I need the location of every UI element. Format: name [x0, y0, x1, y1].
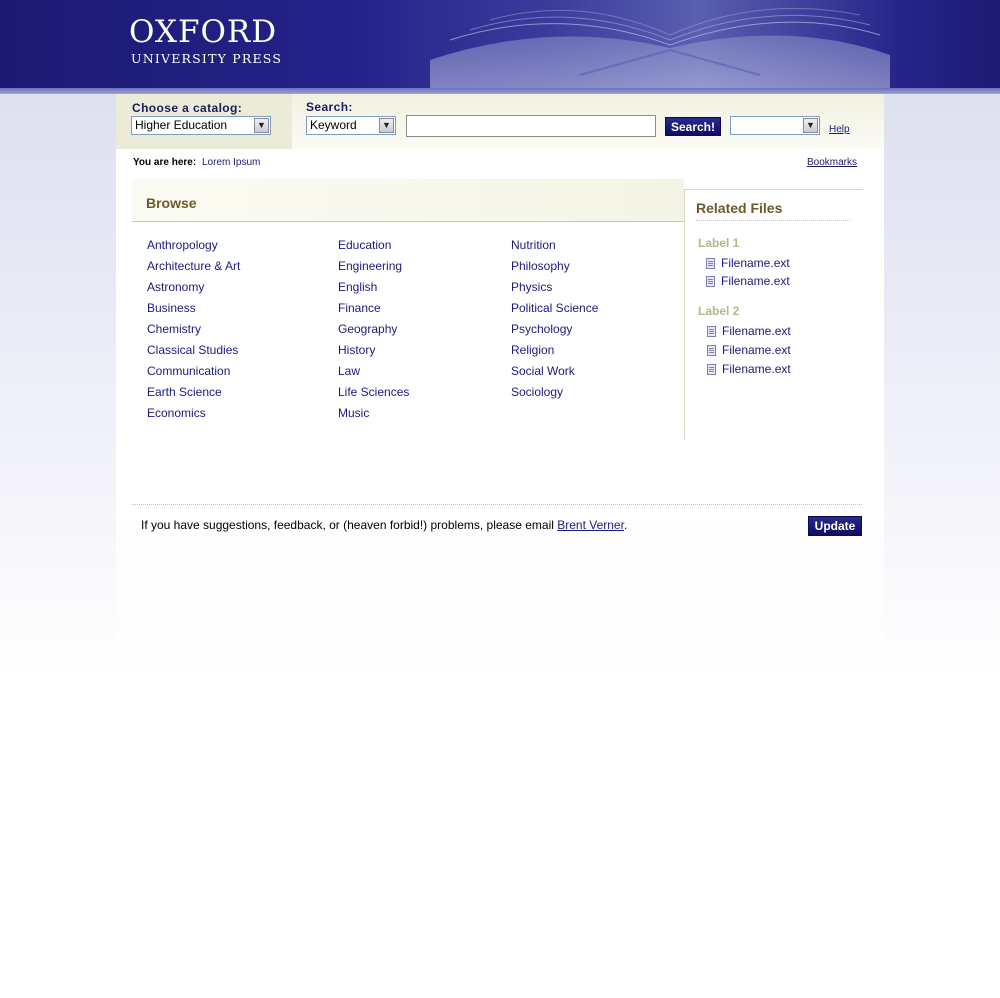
search-button[interactable]: Search!	[665, 117, 721, 136]
category-link[interactable]: Physics	[511, 280, 552, 294]
category-link[interactable]: Philosophy	[511, 259, 570, 273]
footer-feedback-text: If you have suggestions, feedback, or (h…	[141, 518, 627, 532]
category-link[interactable]: Music	[338, 406, 369, 420]
category-link[interactable]: Anthropology	[147, 238, 218, 252]
category-link[interactable]: Economics	[147, 406, 206, 420]
category-link[interactable]: Education	[338, 238, 391, 252]
category-link[interactable]: Business	[147, 301, 196, 315]
document-icon	[706, 276, 715, 287]
file-link[interactable]: Filename.ext	[722, 324, 791, 338]
category-link[interactable]: English	[338, 280, 377, 294]
related-group-label: Label 1	[698, 236, 740, 250]
footer-text-after: .	[623, 518, 628, 532]
catalog-label: Choose a catalog:	[132, 101, 243, 115]
category-link[interactable]: Political Science	[511, 301, 598, 315]
catalog-select[interactable]: Higher Education ▼	[131, 116, 271, 135]
category-link[interactable]: Law	[338, 364, 360, 378]
help-link[interactable]: Help	[829, 124, 850, 135]
search-toolbar: Choose a catalog: Higher Education ▼ Sea…	[116, 94, 884, 149]
category-link[interactable]: Religion	[511, 343, 554, 357]
browse-header	[132, 179, 684, 222]
footer-text-before: If you have suggestions, feedback, or (h…	[141, 518, 558, 532]
related-files-title: Related Files	[696, 200, 783, 216]
email-link[interactable]: Brent Verner	[557, 518, 624, 532]
category-link[interactable]: Communication	[147, 364, 230, 378]
extra-select[interactable]: ▼	[730, 116, 820, 135]
category-link[interactable]: Nutrition	[511, 238, 556, 252]
category-link[interactable]: History	[338, 343, 375, 357]
related-files-divider	[696, 220, 850, 221]
chevron-down-icon[interactable]: ▼	[254, 118, 269, 133]
search-input[interactable]	[406, 115, 656, 137]
oxford-logo-title[interactable]: OXFORD	[129, 14, 277, 50]
category-link[interactable]: Classical Studies	[147, 343, 238, 357]
document-icon	[707, 364, 716, 375]
file-link[interactable]: Filename.ext	[722, 343, 791, 357]
chevron-down-icon[interactable]: ▼	[379, 118, 394, 133]
category-link[interactable]: Sociology	[511, 385, 563, 399]
category-link[interactable]: Chemistry	[147, 322, 201, 336]
breadcrumb-current[interactable]: Lorem Ipsum	[202, 157, 260, 168]
category-link[interactable]: Astronomy	[147, 280, 204, 294]
footer-divider	[132, 504, 862, 505]
open-book-illustration	[430, 7, 890, 88]
update-button[interactable]: Update	[808, 516, 862, 536]
file-link[interactable]: Filename.ext	[722, 362, 791, 376]
oxford-logo-subtitle: UNIVERSITY PRESS	[131, 51, 283, 66]
category-link[interactable]: Geography	[338, 322, 397, 336]
breadcrumb-label: You are here:	[133, 157, 197, 168]
document-icon	[707, 345, 716, 356]
file-link[interactable]: Filename.ext	[721, 256, 790, 270]
category-link[interactable]: Architecture & Art	[147, 259, 240, 273]
category-link[interactable]: Earth Science	[147, 385, 222, 399]
category-link[interactable]: Psychology	[511, 322, 572, 336]
category-link[interactable]: Finance	[338, 301, 381, 315]
catalog-select-value: Higher Education	[135, 118, 228, 132]
chevron-down-icon[interactable]: ▼	[803, 118, 818, 133]
search-label: Search:	[306, 100, 353, 114]
category-link[interactable]: Life Sciences	[338, 385, 409, 399]
search-type-value: Keyword	[310, 118, 357, 132]
document-icon	[706, 258, 715, 269]
bookmarks-link[interactable]: Bookmarks	[807, 157, 857, 168]
document-icon	[707, 326, 716, 337]
file-link[interactable]: Filename.ext	[721, 274, 790, 288]
search-type-select[interactable]: Keyword ▼	[306, 116, 396, 135]
category-link[interactable]: Social Work	[511, 364, 575, 378]
browse-title: Browse	[146, 195, 197, 211]
category-link[interactable]: Engineering	[338, 259, 402, 273]
related-group-label: Label 2	[698, 304, 740, 318]
